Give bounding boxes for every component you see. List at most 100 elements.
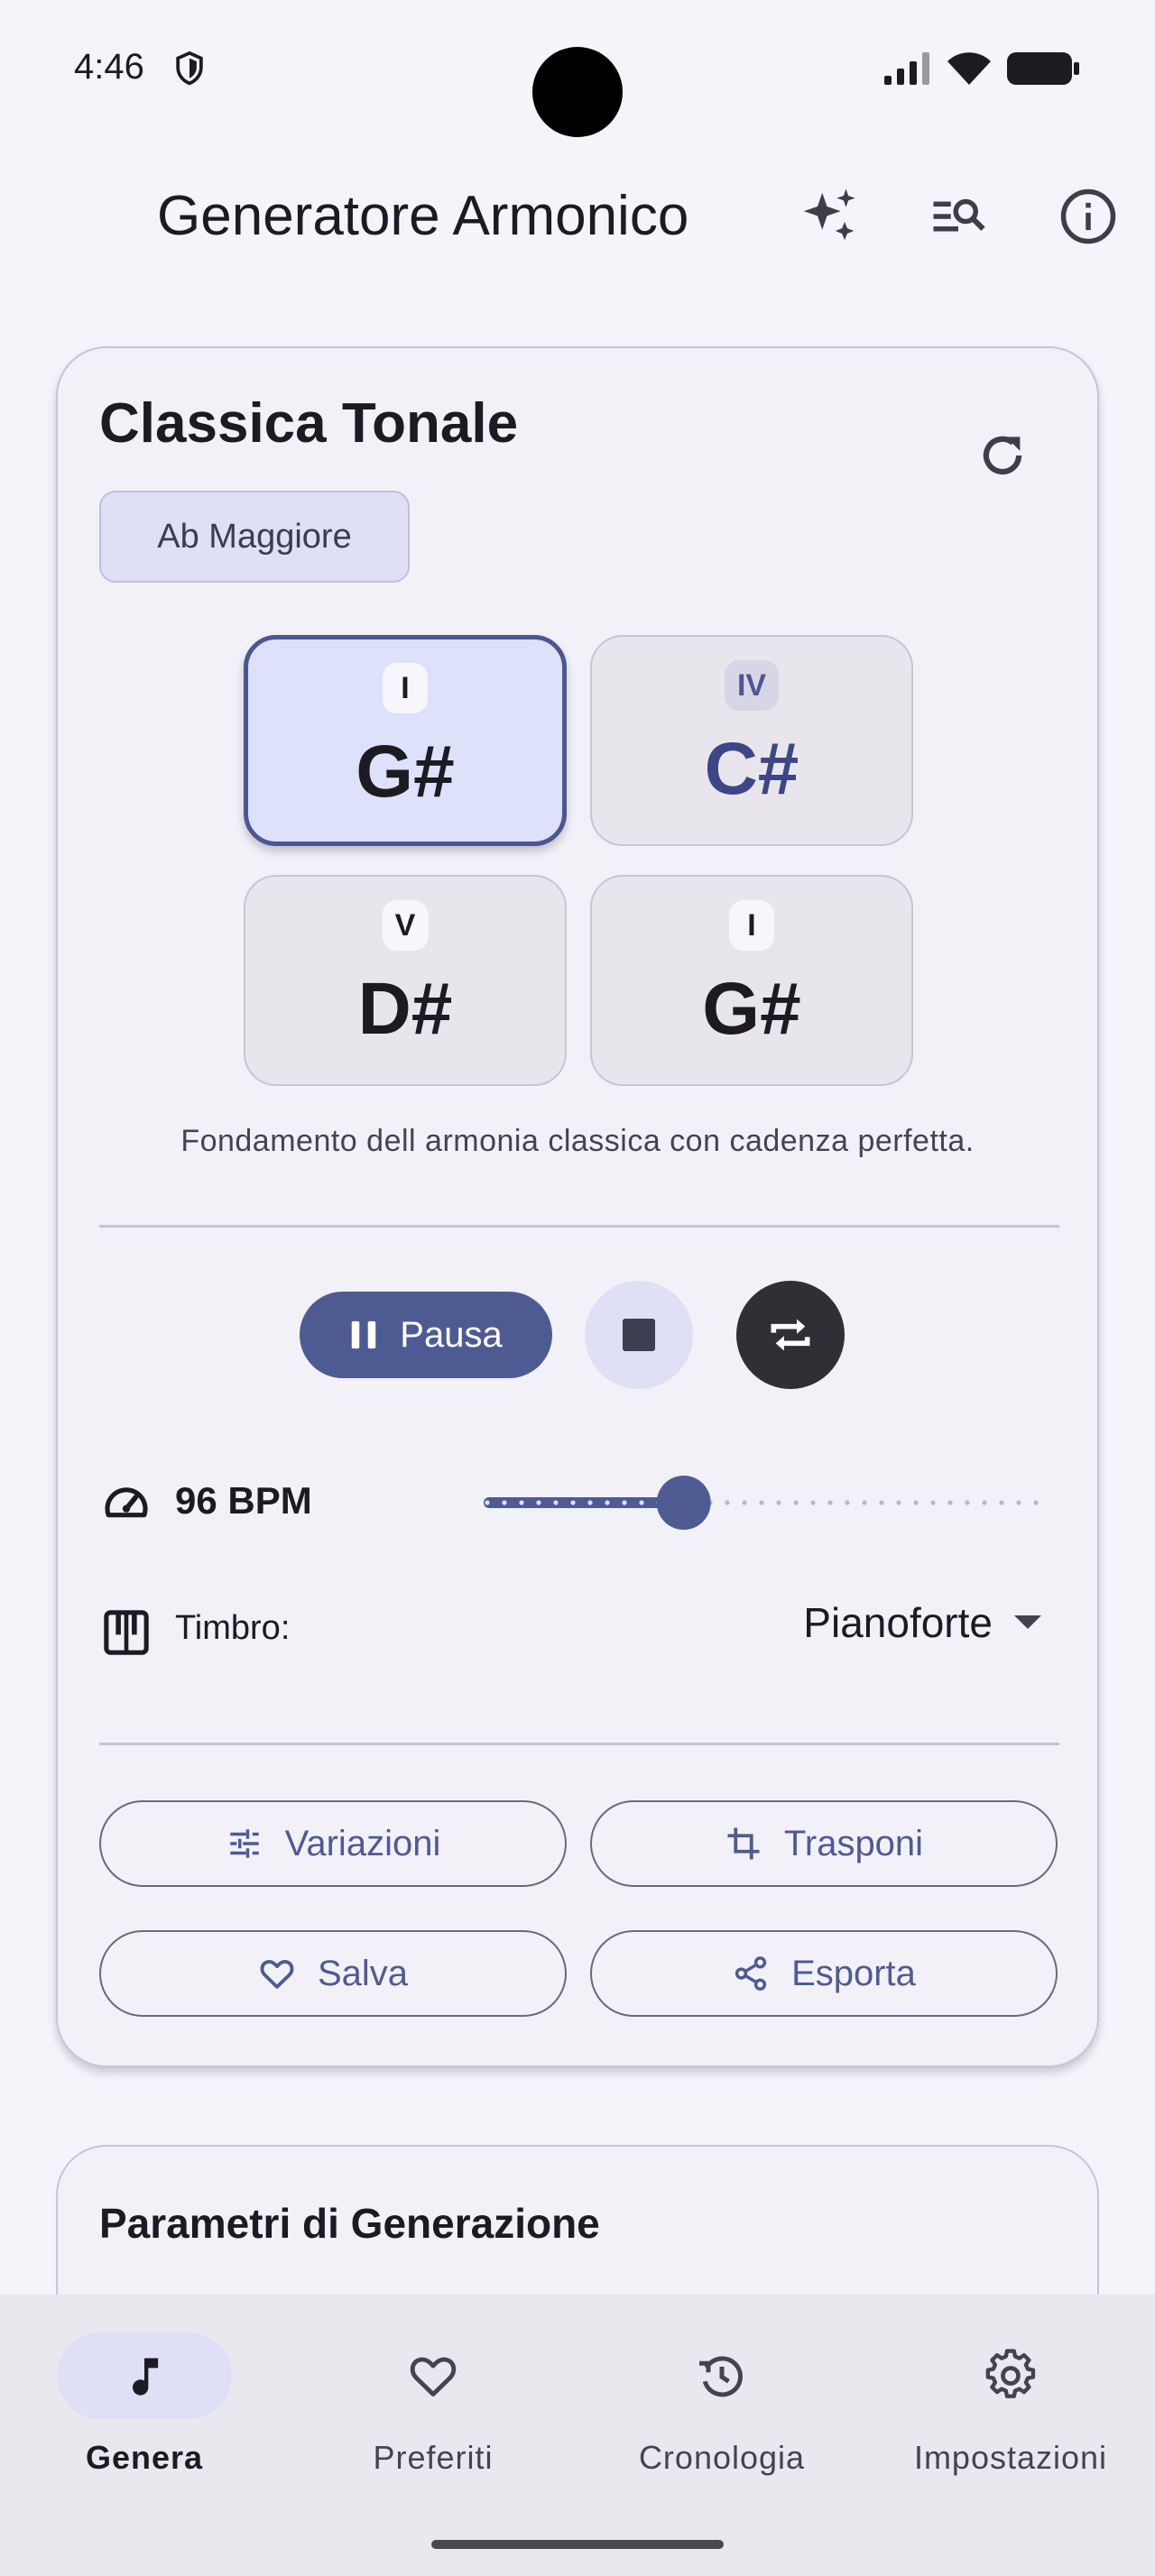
regenerate-button[interactable] [971,424,1034,487]
chord-card[interactable]: V D# [244,875,567,1086]
piano-icon [104,1610,149,1655]
signal-icon [884,52,929,85]
chord-degree: I [729,900,774,951]
timbre-dropdown[interactable]: Pianoforte [803,1598,1043,1647]
info-button[interactable] [1052,180,1124,253]
slider-tick [553,1500,559,1505]
heart-icon [410,2357,457,2397]
nav-pill [923,2332,1098,2419]
slider-tick [622,1500,627,1505]
slider-tick [930,1500,936,1505]
slider-tick [742,1500,747,1505]
chord-degree: V [382,900,429,951]
shield-icon [176,51,203,86]
slider-tick [1033,1500,1039,1505]
stop-button[interactable] [585,1281,693,1389]
sparkles-button[interactable] [794,180,866,253]
slider-tick [965,1500,970,1505]
slider-tick [485,1500,490,1505]
stop-icon [623,1319,655,1351]
speedometer-icon [105,1487,148,1518]
divider [99,1743,1059,1745]
nav-item-cronologia[interactable]: Cronologia [578,2332,866,2513]
slider-tick [879,1500,884,1505]
slider-tick [999,1500,1004,1505]
transpose-button[interactable]: Trasponi [590,1800,1058,1887]
tune-icon [229,1829,259,1858]
slider-tick [605,1500,610,1505]
home-indicator [431,2540,724,2549]
status-bar: 4:46 [0,0,1155,137]
slider-tick [845,1500,850,1505]
app-title: Generatore Armonico [157,185,689,247]
slider-tick [759,1500,764,1505]
slider-tick [947,1500,953,1505]
nav-label: Cronologia [638,2439,806,2476]
camera-cutout [532,47,623,137]
battery-icon [1007,52,1079,85]
nav-label: Genera [85,2439,204,2476]
timbre-label: Timbro: [175,1609,291,1647]
nav-pill [346,2332,521,2419]
chord-card[interactable]: I G# [244,635,567,846]
crop-rotate-icon [727,1827,760,1860]
nav-item-preferiti[interactable]: Preferiti [289,2332,578,2513]
tempo-slider[interactable] [428,1467,1050,1539]
progression-title: Classica Tonale [99,392,519,455]
chord-card[interactable]: I G# [590,875,913,1086]
nav-pill [57,2332,232,2419]
slider-tick [519,1500,524,1505]
chord-name: G# [356,731,455,813]
pause-icon [352,1320,376,1349]
slider-tick [913,1500,919,1505]
variations-button[interactable]: Variazioni [99,1800,567,1887]
bottom-navigation: Genera Preferiti Cronologia Impostazioni [0,2295,1155,2576]
chord-name: D# [357,968,453,1050]
slider-tick [536,1500,541,1505]
history-icon [699,2356,743,2397]
chord-card[interactable]: IV C# [590,635,913,846]
sparkles-icon [803,189,855,241]
save-button[interactable]: Salva [99,1930,567,2017]
slider-tick [982,1500,987,1505]
slider-tick [587,1500,593,1505]
slider-tick [827,1500,833,1505]
slider-tick [639,1500,644,1505]
search-list-icon [933,198,985,232]
slider-tick [570,1500,576,1505]
pause-label: Pausa [400,1314,503,1355]
slider-tick [725,1500,730,1505]
app-bar: Generatore Armonico [0,153,1155,280]
progression-description: Fondamento dell armonia classica con cad… [180,1124,975,1158]
nav-item-impostazioni[interactable]: Impostazioni [866,2332,1155,2513]
gear-icon [985,2349,1036,2398]
progression-card: Classica Tonale Ab Maggiore I G# IV C# V… [56,346,1099,2067]
save-label: Salva [317,1953,409,1993]
nav-pill [634,2332,809,2419]
chord-degree: I [383,663,428,713]
wifi-icon [947,52,991,85]
dropdown-arrow-icon [1014,1615,1041,1629]
slider-thumb [656,1476,711,1530]
status-time: 4:46 [74,47,144,87]
repeat-icon [771,1319,810,1351]
variations-label: Variazioni [284,1823,441,1863]
export-button[interactable]: Esporta [590,1930,1058,2017]
transpose-label: Trasponi [783,1823,924,1863]
heart-outline-icon [260,1960,294,1989]
nav-label: Preferiti [373,2439,494,2476]
export-label: Esporta [791,1953,916,1993]
bpm-label: 96 BPM [175,1479,312,1522]
pause-button[interactable]: Pausa [300,1292,552,1378]
slider-tick [862,1500,867,1505]
timbre-selected: Pianoforte [803,1599,993,1646]
chord-degree: IV [724,660,780,711]
slider-tick [1016,1500,1021,1505]
slider-active-track [484,1497,680,1508]
slider-tick [810,1500,816,1505]
key-chip[interactable]: Ab Maggiore [99,491,410,583]
loop-button[interactable] [736,1281,845,1389]
slider-tick [896,1500,901,1505]
nav-item-genera[interactable]: Genera [0,2332,289,2513]
search-list-button[interactable] [922,180,994,253]
